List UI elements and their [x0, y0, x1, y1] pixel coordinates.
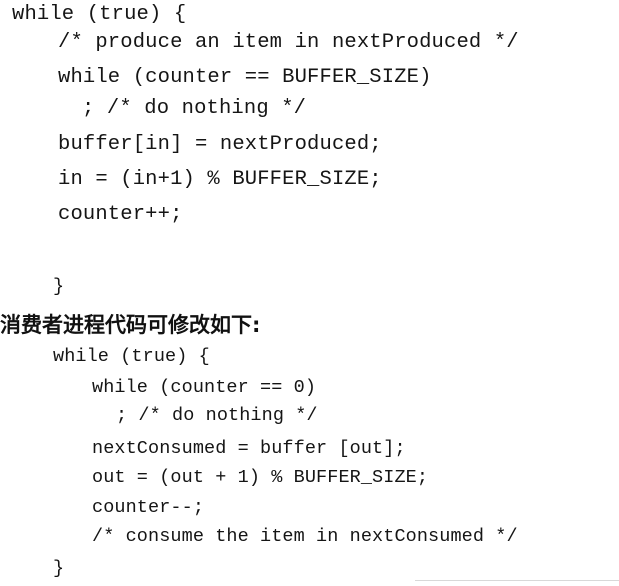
code-comment-line: /* produce an item in nextProduced */ [58, 31, 519, 54]
code-comment-line: /* consume the item in nextConsumed */ [92, 526, 518, 547]
code-line: in = (in+1) % BUFFER_SIZE; [58, 168, 382, 191]
code-line: ; /* do nothing */ [116, 405, 318, 426]
code-line: ; /* do nothing */ [82, 97, 307, 120]
consumer-heading: 消费者进程代码可修改如下: [0, 313, 261, 337]
code-line: nextConsumed = buffer [out]; [92, 438, 406, 459]
code-line: out = (out + 1) % BUFFER_SIZE; [92, 467, 429, 488]
code-line: counter--; [92, 497, 205, 518]
code-line: while (counter == BUFFER_SIZE) [58, 66, 432, 89]
code-line: counter++; [58, 203, 183, 226]
document-page: while (true) { /* produce an item in nex… [0, 0, 619, 586]
page-edge-divider [415, 580, 619, 581]
code-closing-brace: } [53, 558, 65, 579]
code-line: while (counter == 0) [92, 377, 317, 398]
code-line: buffer[in] = nextProduced; [58, 133, 382, 156]
code-line: while (true) { [12, 3, 187, 26]
code-closing-brace: } [53, 276, 65, 297]
code-line: while (true) { [53, 346, 210, 367]
